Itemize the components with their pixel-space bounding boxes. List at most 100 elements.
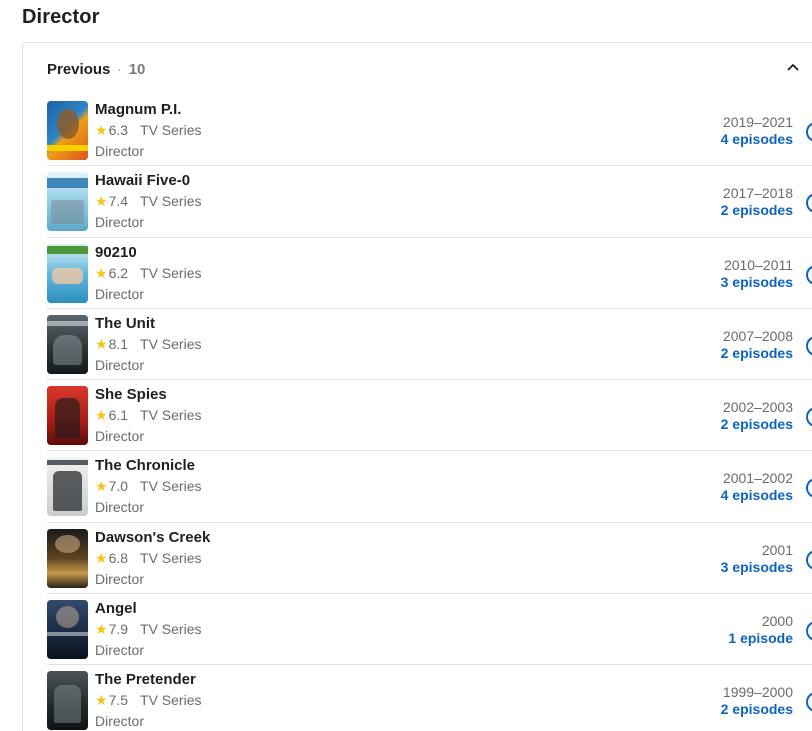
info-circle-icon[interactable] (805, 121, 812, 143)
star-icon: ★ (95, 692, 108, 709)
card-header[interactable]: Previous · 10 (47, 59, 145, 79)
credit-dates: 2001 3 episodes (721, 542, 793, 576)
credit-years: 2000 (761, 613, 793, 630)
star-icon: ★ (95, 335, 108, 352)
credit-info: Angel ★ 7.9 TV Series Director (95, 599, 202, 660)
credit-title[interactable]: 90210 (95, 243, 202, 263)
credit-meta: ★ 7.0 TV Series (95, 476, 202, 497)
episodes-link[interactable]: 2 episodes (721, 701, 793, 718)
list-item: Angel ★ 7.9 TV Series Director 2000 1 ep… (47, 594, 812, 666)
episodes-link[interactable]: 2 episodes (721, 202, 793, 219)
credit-years: 2002–2003 (722, 399, 793, 416)
header-label: Previous (47, 60, 111, 78)
credit-title[interactable]: Dawson's Creek (95, 528, 210, 548)
credit-rating: 7.0 (108, 478, 129, 495)
credit-title[interactable]: The Unit (95, 314, 202, 334)
poster-image[interactable] (47, 243, 88, 303)
credit-type: TV Series (140, 478, 202, 495)
credit-rating: 8.1 (108, 335, 129, 352)
info-circle-icon[interactable] (805, 620, 812, 642)
credit-dates: 1999–2000 2 episodes (721, 684, 793, 718)
star-icon: ★ (95, 549, 108, 566)
credit-title[interactable]: Magnum P.I. (95, 100, 202, 120)
poster-image[interactable] (47, 172, 88, 232)
credit-dates: 2010–2011 3 episodes (721, 257, 793, 291)
credit-info: Hawaii Five-0 ★ 7.4 TV Series Director (95, 171, 202, 232)
info-circle-icon[interactable] (805, 264, 812, 286)
credit-years: 2001–2002 (722, 470, 793, 487)
credit-meta: ★ 6.1 TV Series (95, 405, 202, 426)
credit-years: 2001 (761, 541, 793, 558)
credit-info: Dawson's Creek ★ 6.8 TV Series Director (95, 528, 210, 589)
list-item: The Chronicle ★ 7.0 TV Series Director 2… (47, 451, 812, 523)
star-icon: ★ (95, 264, 108, 281)
credit-meta: ★ 6.8 TV Series (95, 548, 210, 569)
credit-type: TV Series (140, 335, 202, 352)
info-circle-icon[interactable] (805, 406, 812, 428)
credit-title[interactable]: The Chronicle (95, 456, 202, 476)
star-icon: ★ (95, 122, 108, 138)
list-item: Magnum P.I. ★ 6.3 TV Series Director 201… (47, 95, 812, 167)
credit-info: The Chronicle ★ 7.0 TV Series Director (95, 456, 202, 517)
credit-rating: 6.3 (108, 122, 129, 138)
info-circle-icon[interactable] (805, 477, 812, 499)
credit-type: TV Series (140, 407, 202, 424)
episodes-link[interactable]: 1 episode (728, 630, 793, 647)
star-icon: ★ (95, 407, 108, 424)
credit-years: 1999–2000 (722, 684, 793, 701)
poster-image[interactable] (47, 101, 88, 160)
list-item: Dawson's Creek ★ 6.8 TV Series Director … (47, 523, 812, 595)
poster-image[interactable] (47, 457, 88, 517)
credit-dates: 2002–2003 2 episodes (721, 399, 793, 433)
credit-title[interactable]: Angel (95, 599, 202, 619)
credit-title[interactable]: The Pretender (95, 670, 202, 690)
episodes-link[interactable]: 3 episodes (721, 274, 793, 291)
credit-role: Director (95, 285, 145, 302)
info-circle-icon[interactable] (805, 335, 812, 357)
credit-role: Director (95, 143, 145, 159)
chevron-up-icon (787, 64, 799, 71)
credit-info: 90210 ★ 6.2 TV Series Director (95, 243, 202, 304)
credit-type: TV Series (140, 692, 202, 709)
collapse-button[interactable] (783, 57, 803, 77)
credit-years: 2017–2018 (722, 185, 793, 202)
credit-title[interactable]: Hawaii Five-0 (95, 171, 202, 191)
poster-image[interactable] (47, 528, 88, 588)
episodes-link[interactable]: 2 episodes (721, 345, 793, 362)
credit-rating: 6.2 (108, 264, 129, 281)
episodes-link[interactable]: 4 episodes (721, 487, 793, 504)
episodes-link[interactable]: 3 episodes (721, 559, 793, 576)
credit-dates: 2019–2021 4 episodes (721, 114, 793, 148)
poster-image[interactable] (47, 600, 88, 660)
credit-years: 2010–2011 (723, 256, 793, 273)
credit-role: Director (95, 499, 145, 516)
credit-role: Director (95, 642, 145, 659)
list-item: Hawaii Five-0 ★ 7.4 TV Series Director 2… (47, 166, 812, 238)
credit-info: The Pretender ★ 7.5 TV Series Director (95, 670, 202, 731)
list-item: The Unit ★ 8.1 TV Series Director 2007–2… (47, 309, 812, 381)
credit-type: TV Series (140, 621, 202, 638)
poster-image[interactable] (47, 671, 88, 731)
star-icon: ★ (95, 193, 108, 210)
section-title: Director (22, 6, 100, 28)
info-circle-icon[interactable] (805, 549, 812, 571)
star-icon: ★ (95, 621, 108, 638)
credit-role: Director (95, 356, 145, 373)
info-circle-icon[interactable] (805, 691, 812, 713)
list-item: She Spies ★ 6.1 TV Series Director 2002–… (47, 380, 812, 452)
poster-image[interactable] (47, 386, 88, 446)
credit-title[interactable]: She Spies (95, 385, 202, 405)
poster-image[interactable] (47, 314, 88, 374)
credit-rating: 7.5 (108, 692, 129, 709)
credit-years: 2007–2008 (722, 327, 793, 344)
credit-rating: 7.4 (108, 193, 129, 210)
header-count: 10 (128, 60, 146, 78)
credit-type: TV Series (140, 122, 202, 138)
credit-meta: ★ 6.3 TV Series (95, 120, 202, 141)
episodes-link[interactable]: 4 episodes (721, 131, 793, 148)
credit-rating: 6.8 (108, 549, 129, 566)
info-circle-icon[interactable] (805, 192, 812, 214)
credit-rating: 7.9 (108, 621, 129, 638)
episodes-link[interactable]: 2 episodes (721, 416, 793, 433)
credit-dates: 2000 1 episode (728, 613, 793, 647)
